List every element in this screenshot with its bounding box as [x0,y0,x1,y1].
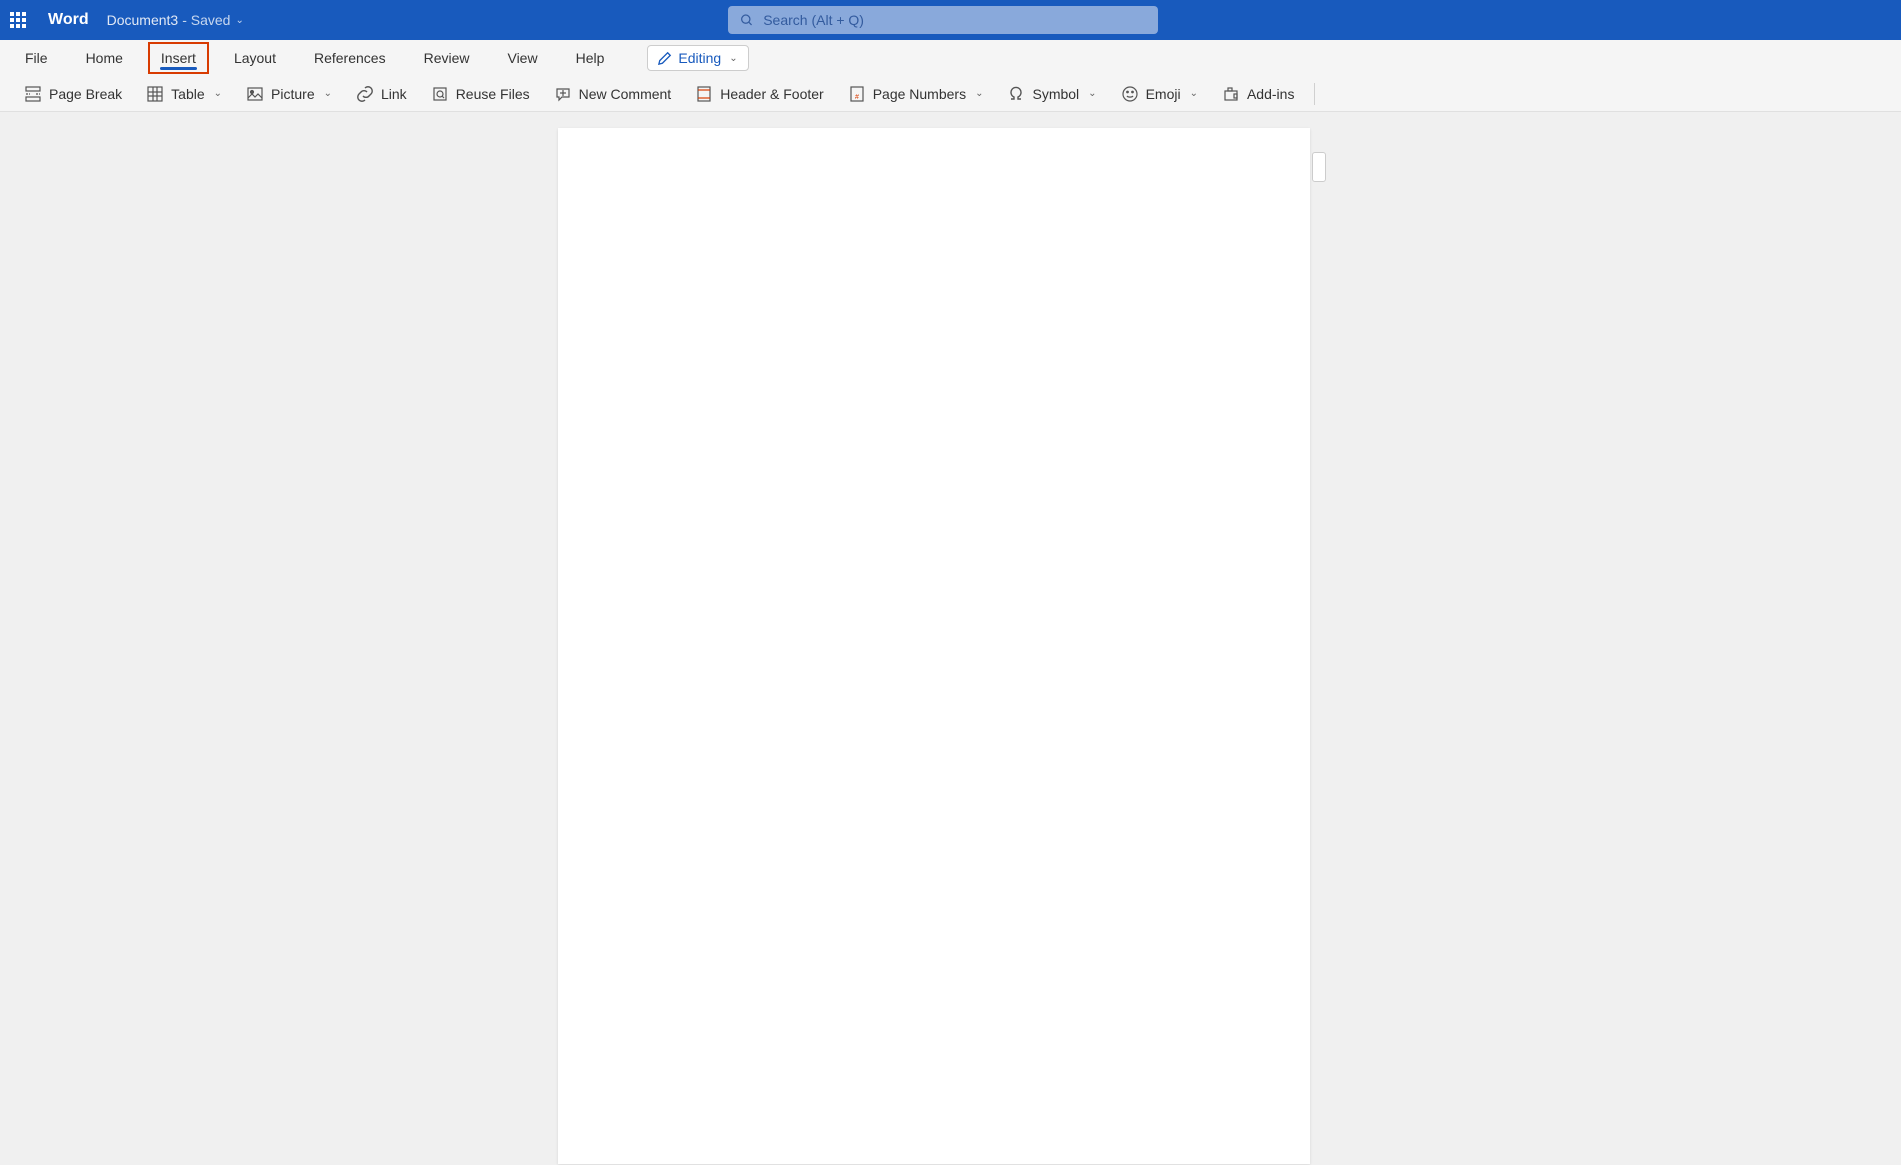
picture-icon [246,85,264,103]
chevron-down-icon: ⌄ [1088,88,1096,99]
symbol-label: Symbol [1032,86,1079,102]
link-icon [356,85,374,103]
emoji-button[interactable]: Emoji ⌄ [1113,81,1206,107]
tab-file[interactable]: File [12,42,61,74]
insert-toolbar: Page Break Table ⌄ Picture ⌄ [0,76,1901,112]
addins-label: Add-ins [1247,86,1294,102]
reuse-files-button[interactable]: Reuse Files [423,81,538,107]
side-handle[interactable] [1312,152,1326,182]
svg-text:#: # [855,94,859,101]
page-numbers-icon: # [848,85,866,103]
page-break-icon [24,85,42,103]
page-break-button[interactable]: Page Break [16,81,130,107]
link-label: Link [381,86,407,102]
emoji-icon [1121,85,1139,103]
tab-view[interactable]: View [494,42,550,74]
document-canvas [0,112,1901,1165]
titlebar: Word Document3 - Saved ⌄ [0,0,1901,40]
saved-status[interactable]: - Saved [182,12,230,28]
picture-button[interactable]: Picture ⌄ [238,81,340,107]
search-box[interactable] [728,6,1158,34]
chevron-down-icon: ⌄ [729,53,737,64]
header-footer-button[interactable]: Header & Footer [687,81,832,107]
tab-references[interactable]: References [301,42,399,74]
editing-mode-button[interactable]: Editing ⌄ [647,45,748,71]
app-name: Word [48,11,89,29]
editing-label: Editing [678,50,721,66]
app-launcher-icon[interactable] [10,12,26,28]
new-comment-label: New Comment [579,86,672,102]
emoji-label: Emoji [1146,86,1181,102]
ribbon-tabs: File Home Insert Layout References Revie… [0,40,1901,76]
table-label: Table [171,86,204,102]
tab-layout[interactable]: Layout [221,42,289,74]
addins-icon [1222,85,1240,103]
tab-insert[interactable]: Insert [148,42,209,74]
table-button[interactable]: Table ⌄ [138,81,230,107]
new-comment-button[interactable]: New Comment [546,81,680,107]
reuse-files-label: Reuse Files [456,86,530,102]
header-footer-icon [695,85,713,103]
toolbar-divider [1314,83,1315,105]
search-icon [740,13,753,27]
symbol-button[interactable]: Symbol ⌄ [999,81,1104,107]
chevron-down-icon: ⌄ [975,88,983,99]
document-page[interactable] [558,128,1310,1164]
tab-home[interactable]: Home [73,42,136,74]
search-input[interactable] [763,12,1158,28]
page-numbers-button[interactable]: # Page Numbers ⌄ [840,81,992,107]
tab-review[interactable]: Review [411,42,483,74]
chevron-down-icon: ⌄ [214,88,222,99]
chevron-down-icon[interactable]: ⌄ [235,15,243,26]
picture-label: Picture [271,86,315,102]
tab-help[interactable]: Help [563,42,618,74]
document-name[interactable]: Document3 [107,12,179,28]
chevron-down-icon: ⌄ [1190,88,1198,99]
page-numbers-label: Page Numbers [873,86,966,102]
table-icon [146,85,164,103]
omega-icon [1007,85,1025,103]
reuse-files-icon [431,85,449,103]
pencil-icon [658,51,672,65]
addins-button[interactable]: Add-ins [1214,81,1302,107]
comment-icon [554,85,572,103]
page-break-label: Page Break [49,86,122,102]
link-button[interactable]: Link [348,81,415,107]
header-footer-label: Header & Footer [720,86,824,102]
chevron-down-icon: ⌄ [324,88,332,99]
